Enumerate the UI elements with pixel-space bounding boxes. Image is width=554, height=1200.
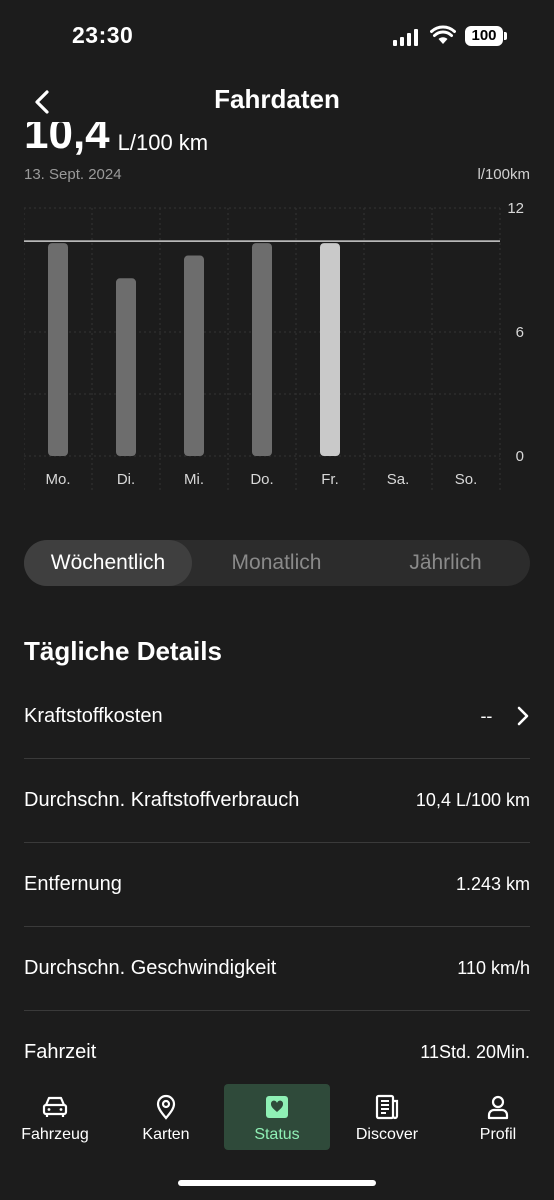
row-avg-consumption: Durchschn. Kraftstoffverbrauch 10,4 L/10… xyxy=(24,758,530,843)
row-value: 110 km/h xyxy=(457,957,530,978)
status-time: 23:30 xyxy=(72,22,134,48)
chart-bar xyxy=(320,243,340,456)
page-title: Fahrdaten xyxy=(214,84,340,114)
row-avg-speed: Durchschn. Geschwindigkeit 110 km/h xyxy=(24,926,530,1011)
tab-label: Discover xyxy=(355,1126,419,1143)
newspaper-icon xyxy=(375,1094,399,1120)
x-tick-label: So. xyxy=(455,471,478,488)
chart-bar xyxy=(184,255,204,456)
row-label: Entfernung xyxy=(24,872,122,895)
consumption-unit: L/100 km xyxy=(117,130,209,155)
location-pin-icon xyxy=(156,1094,176,1120)
chart-bar xyxy=(48,243,68,456)
consumption-chart: Mo. Di. Mi. Do. Fr. Sa. So. 0 6 12 xyxy=(24,200,524,491)
row-value: 11Std. 20Min. xyxy=(420,1041,530,1062)
segment-weekly[interactable]: Wöchentlich xyxy=(24,540,192,586)
tab-label: Fahrzeug xyxy=(21,1126,89,1143)
row-label: Fahrzeit xyxy=(24,1040,97,1063)
row-value: -- xyxy=(480,705,493,726)
cellular-signal-icon xyxy=(393,28,418,46)
row-distance: Entfernung 1.243 km xyxy=(24,842,530,927)
details-heading: Tägliche Details xyxy=(24,636,222,666)
segment-yearly[interactable]: Jährlich xyxy=(361,540,530,586)
row-value: 1.243 km xyxy=(455,873,530,894)
tab-label: Profil xyxy=(479,1126,517,1143)
row-label: Durchschn. Kraftstoffverbrauch xyxy=(24,788,300,811)
chart-bar xyxy=(252,243,272,456)
tab-vehicle[interactable]: Fahrzeug xyxy=(2,1084,108,1150)
x-tick-label: Sa. xyxy=(387,471,410,488)
summary-date: 13. Sept. 2024 xyxy=(24,166,122,183)
bottom-tab-bar: Fahrzeug Karten Status Discover Profil xyxy=(0,1084,554,1160)
row-drive-time: Fahrzeit 11Std. 20Min. xyxy=(24,1010,530,1094)
chevron-right-icon xyxy=(517,706,529,726)
x-tick-label: Mi. xyxy=(184,471,204,488)
tab-status[interactable]: Status xyxy=(224,1084,330,1150)
home-indicator xyxy=(178,1180,376,1186)
tab-discover[interactable]: Discover xyxy=(334,1084,440,1150)
x-tick-label: Fr. xyxy=(321,471,339,488)
tab-profile[interactable]: Profil xyxy=(445,1084,551,1150)
consumption-summary: 10,4 L/100 km xyxy=(24,122,208,156)
period-segmented-control: Wöchentlich Monatlich Jährlich xyxy=(24,540,530,586)
wifi-icon xyxy=(430,25,456,44)
y-tick-label: 0 xyxy=(516,448,524,465)
x-tick-label: Do. xyxy=(250,471,273,488)
heart-status-icon xyxy=(266,1096,288,1118)
tab-maps[interactable]: Karten xyxy=(113,1084,219,1150)
battery-icon: 100 xyxy=(465,26,507,46)
y-tick-label: 12 xyxy=(507,200,524,217)
row-fuel-cost[interactable]: Kraftstoffkosten -- xyxy=(24,674,530,759)
consumption-value: 10,4 xyxy=(24,122,110,156)
x-tick-label: Di. xyxy=(117,471,135,488)
tab-label: Karten xyxy=(142,1126,190,1143)
row-value: 10,4 L/100 km xyxy=(415,789,530,810)
x-tick-label: Mo. xyxy=(45,471,70,488)
segment-monthly[interactable]: Monatlich xyxy=(192,540,361,586)
car-icon xyxy=(42,1096,68,1117)
row-label: Kraftstoffkosten xyxy=(24,704,163,727)
back-icon[interactable] xyxy=(30,88,54,116)
tab-label: Status xyxy=(254,1126,300,1143)
row-label: Durchschn. Geschwindigkeit xyxy=(24,956,277,979)
chart-unit-label: l/100km xyxy=(477,166,530,183)
person-icon xyxy=(487,1095,509,1120)
chart-bar xyxy=(116,278,136,456)
y-tick-label: 6 xyxy=(516,324,524,341)
